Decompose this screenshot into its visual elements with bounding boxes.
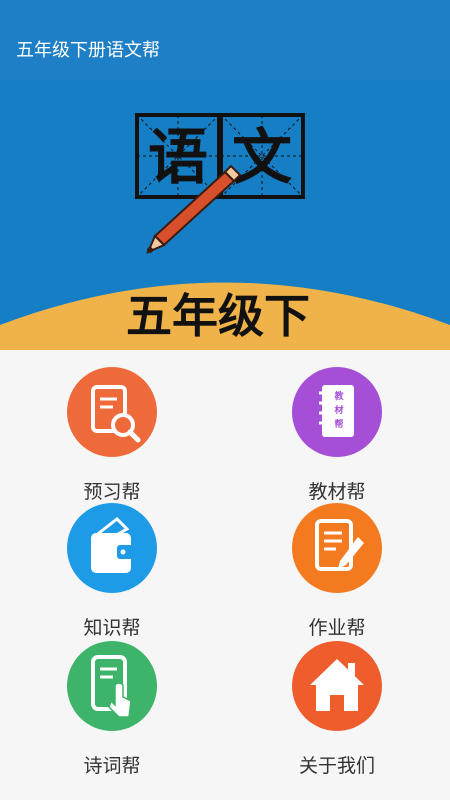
menu-item-homework[interactable]: 作业帮 — [266, 503, 406, 639]
menu-item-preview[interactable]: 预习帮 — [41, 367, 181, 503]
wallet-icon — [67, 503, 157, 593]
document-edit-icon — [292, 503, 382, 593]
grade-text: 五年级下 — [126, 289, 310, 343]
menu-label: 预习帮 — [83, 481, 141, 503]
notebook-text-3: 帮 — [334, 418, 343, 430]
menu-label: 作业帮 — [308, 617, 366, 639]
menu-label: 诗词帮 — [83, 755, 141, 777]
menu-label: 关于我们 — [298, 755, 375, 777]
notebook-text-2: 材 — [333, 404, 343, 416]
notebook-text-1: 教 — [333, 390, 344, 402]
menu-label: 教材帮 — [308, 481, 366, 503]
menu-item-about[interactable]: 关于我们 — [266, 641, 406, 777]
banner-image: 语 文 五年级下 — [0, 80, 450, 350]
document-search-icon — [67, 367, 157, 457]
menu-item-poetry[interactable]: 诗词帮 — [41, 641, 181, 777]
notebook-icon: 教 材 帮 — [292, 367, 382, 457]
menu-label: 知识帮 — [83, 617, 141, 639]
menu-item-textbook[interactable]: 教 材 帮 教材帮 — [266, 367, 406, 503]
banner-illustration: 语 文 五年级下 — [0, 113, 450, 350]
glyph-wen: 文 — [232, 123, 292, 193]
menu-item-knowledge[interactable]: 知识帮 — [41, 503, 181, 639]
menu-grid: 预习帮 教 材 帮 教材帮 知识帮 作业帮 诗词帮 关于我们 — [0, 350, 450, 800]
phone-touch-icon — [67, 641, 157, 731]
app-bar: 五年级下册语文帮 — [0, 0, 450, 80]
app-title: 五年级下册语文帮 — [16, 40, 160, 61]
glyph-yu: 语 — [148, 123, 208, 193]
home-icon — [292, 641, 382, 731]
